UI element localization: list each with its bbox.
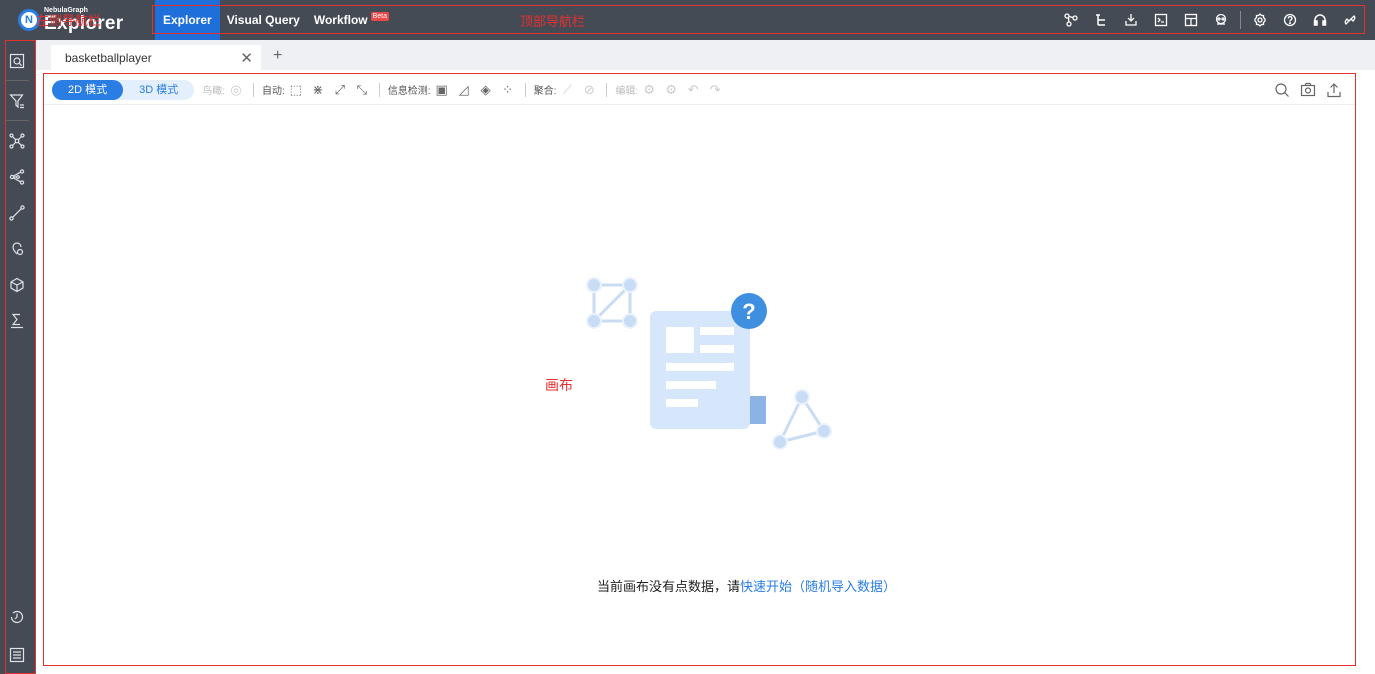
tab-basketballplayer[interactable]: basketballplayer ✕ — [51, 45, 261, 70]
top-nav-annotation-label: 顶部导航栏 — [520, 14, 586, 29]
top-nav-annotation-box — [152, 5, 1365, 34]
add-tab-icon[interactable]: + — [273, 47, 282, 65]
canvas-annotation-box — [43, 73, 1356, 666]
left-nav-annotation-box — [5, 40, 36, 674]
canvas-annotation-label: 画布 — [545, 377, 573, 393]
close-icon[interactable]: ✕ — [240, 49, 253, 67]
left-nav-annotation-label: 左侧导航栏 — [36, 13, 102, 28]
canvas-tabs: basketballplayer ✕ + — [35, 40, 1375, 70]
tab-label: basketballplayer — [65, 50, 152, 65]
